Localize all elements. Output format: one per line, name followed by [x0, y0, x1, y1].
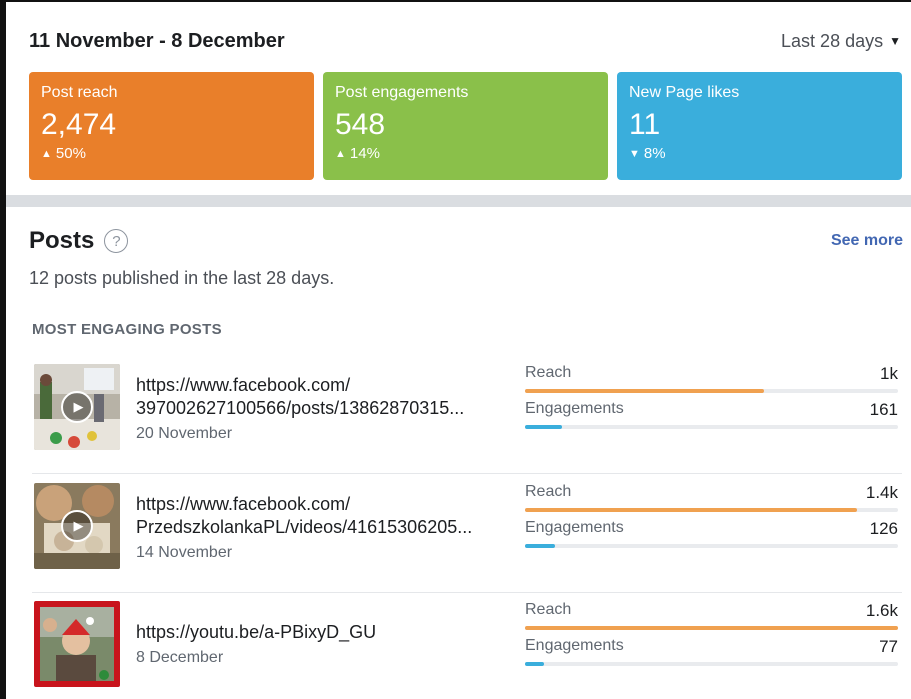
reach-bar-track	[525, 389, 898, 393]
post-row[interactable]: ▶ https://www.facebook.com/ 397002627100…	[32, 364, 902, 474]
post-info: https://www.facebook.com/ 39700262710056…	[136, 374, 508, 445]
engagements-metric: Engagements 77	[525, 637, 898, 673]
card-change: ▲ 50%	[41, 145, 302, 162]
reach-label: Reach	[525, 364, 572, 381]
card-value: 548	[335, 108, 386, 141]
period-label: Last 28 days	[781, 30, 884, 51]
triangle-up-icon: ▲	[335, 147, 346, 160]
engagements-label: Engagements	[525, 400, 624, 417]
video-thumbnail-icon[interactable]: ▶	[34, 364, 120, 450]
card-change-value: 8%	[643, 145, 666, 162]
post-url[interactable]: https://www.facebook.com/	[136, 374, 508, 397]
engagements-bar-fill	[525, 425, 563, 429]
posts-subtitle: 12 posts published in the last 28 days.	[29, 268, 335, 288]
post-metrics: Reach 1.4k Engagements 126	[525, 483, 898, 555]
card-value: 2,474	[41, 108, 117, 141]
engagements-value: 77	[879, 637, 898, 656]
post-url[interactable]: https://www.facebook.com/	[136, 493, 508, 516]
post-row[interactable]: https://youtu.be/a-PBixyD_GU 8 December …	[32, 601, 902, 699]
period-dropdown[interactable]: Last 28 days ▼	[781, 31, 901, 52]
caret-down-icon: ▼	[889, 34, 901, 48]
reach-bar-fill	[525, 508, 857, 512]
posts-title: Posts	[29, 227, 95, 254]
post-date: 8 December	[136, 649, 224, 666]
insights-header: 11 November - 8 December Last 28 days ▼	[29, 26, 901, 56]
post-url[interactable]: 397002627100566/posts/13862870315...	[136, 397, 508, 420]
card-change-value: 14%	[349, 145, 380, 162]
engagements-bar-fill	[525, 662, 544, 666]
play-icon: ▶	[61, 510, 93, 542]
card-change: ▲ 14%	[335, 145, 596, 162]
card-change-value: 50%	[55, 145, 86, 162]
play-icon: ▶	[61, 391, 93, 423]
reach-bar-fill	[525, 626, 898, 630]
reach-value: 1.4k	[865, 483, 898, 502]
engagements-bar-track	[525, 425, 898, 429]
reach-value: 1.6k	[865, 601, 898, 620]
post-metrics: Reach 1.6k Engagements 77	[525, 601, 898, 673]
engagements-bar-track	[525, 544, 898, 548]
engagements-bar-fill	[525, 544, 555, 548]
post-metrics: Reach 1k Engagements 161	[525, 364, 898, 436]
reach-bar-track	[525, 508, 898, 512]
see-more-link[interactable]: See more	[831, 232, 903, 250]
reach-value: 1k	[880, 364, 898, 383]
engagements-label: Engagements	[525, 519, 624, 536]
engagements-metric: Engagements 161	[525, 400, 898, 436]
section-divider	[6, 195, 911, 207]
post-info: https://youtu.be/a-PBixyD_GU 8 December	[136, 621, 508, 669]
image-thumbnail-icon[interactable]	[34, 601, 120, 687]
video-thumbnail-icon[interactable]: ▶	[34, 483, 120, 569]
reach-metric: Reach 1k	[525, 364, 898, 400]
engagements-value: 161	[869, 400, 898, 419]
reach-bar-track	[525, 626, 898, 630]
reach-metric: Reach 1.6k	[525, 601, 898, 637]
posts-title-group: Posts ?	[29, 227, 129, 255]
reach-label: Reach	[525, 601, 572, 618]
post-url[interactable]: PrzedszkolankaPL/videos/41615306205...	[136, 516, 508, 539]
post-row[interactable]: ▶ https://www.facebook.com/ Przedszkolan…	[32, 483, 902, 593]
date-range-title: 11 November - 8 December	[29, 29, 285, 52]
top-border	[0, 0, 911, 2]
triangle-down-icon: ▼	[629, 147, 640, 160]
post-date: 20 November	[136, 425, 233, 442]
engagements-value: 126	[869, 519, 898, 538]
post-date: 14 November	[136, 544, 233, 561]
engagements-metric: Engagements 126	[525, 519, 898, 555]
post-url[interactable]: https://youtu.be/a-PBixyD_GU	[136, 621, 508, 644]
posts-header: Posts ? See more	[29, 227, 903, 255]
card-title: New Page likes	[629, 84, 740, 101]
card-post-engagements[interactable]: Post engagements 548 ▲ 14%	[323, 72, 608, 180]
reach-bar-fill	[525, 389, 764, 393]
reach-label: Reach	[525, 483, 572, 500]
triangle-up-icon: ▲	[41, 147, 52, 160]
card-new-page-likes[interactable]: New Page likes 11 ▼ 8%	[617, 72, 902, 180]
engagements-label: Engagements	[525, 637, 624, 654]
card-title: Post reach	[41, 84, 118, 101]
help-icon[interactable]: ?	[104, 229, 129, 253]
card-title: Post engagements	[335, 84, 469, 101]
summary-cards: Post reach 2,474 ▲ 50% Post engagements …	[29, 72, 902, 180]
engagements-bar-track	[525, 662, 898, 666]
card-value: 11	[629, 108, 661, 141]
reach-metric: Reach 1.4k	[525, 483, 898, 519]
left-border	[0, 0, 6, 699]
most-engaging-label: MOST ENGAGING POSTS	[32, 321, 222, 338]
card-change: ▼ 8%	[629, 145, 890, 162]
card-post-reach[interactable]: Post reach 2,474 ▲ 50%	[29, 72, 314, 180]
post-info: https://www.facebook.com/ Przedszkolanka…	[136, 493, 508, 564]
